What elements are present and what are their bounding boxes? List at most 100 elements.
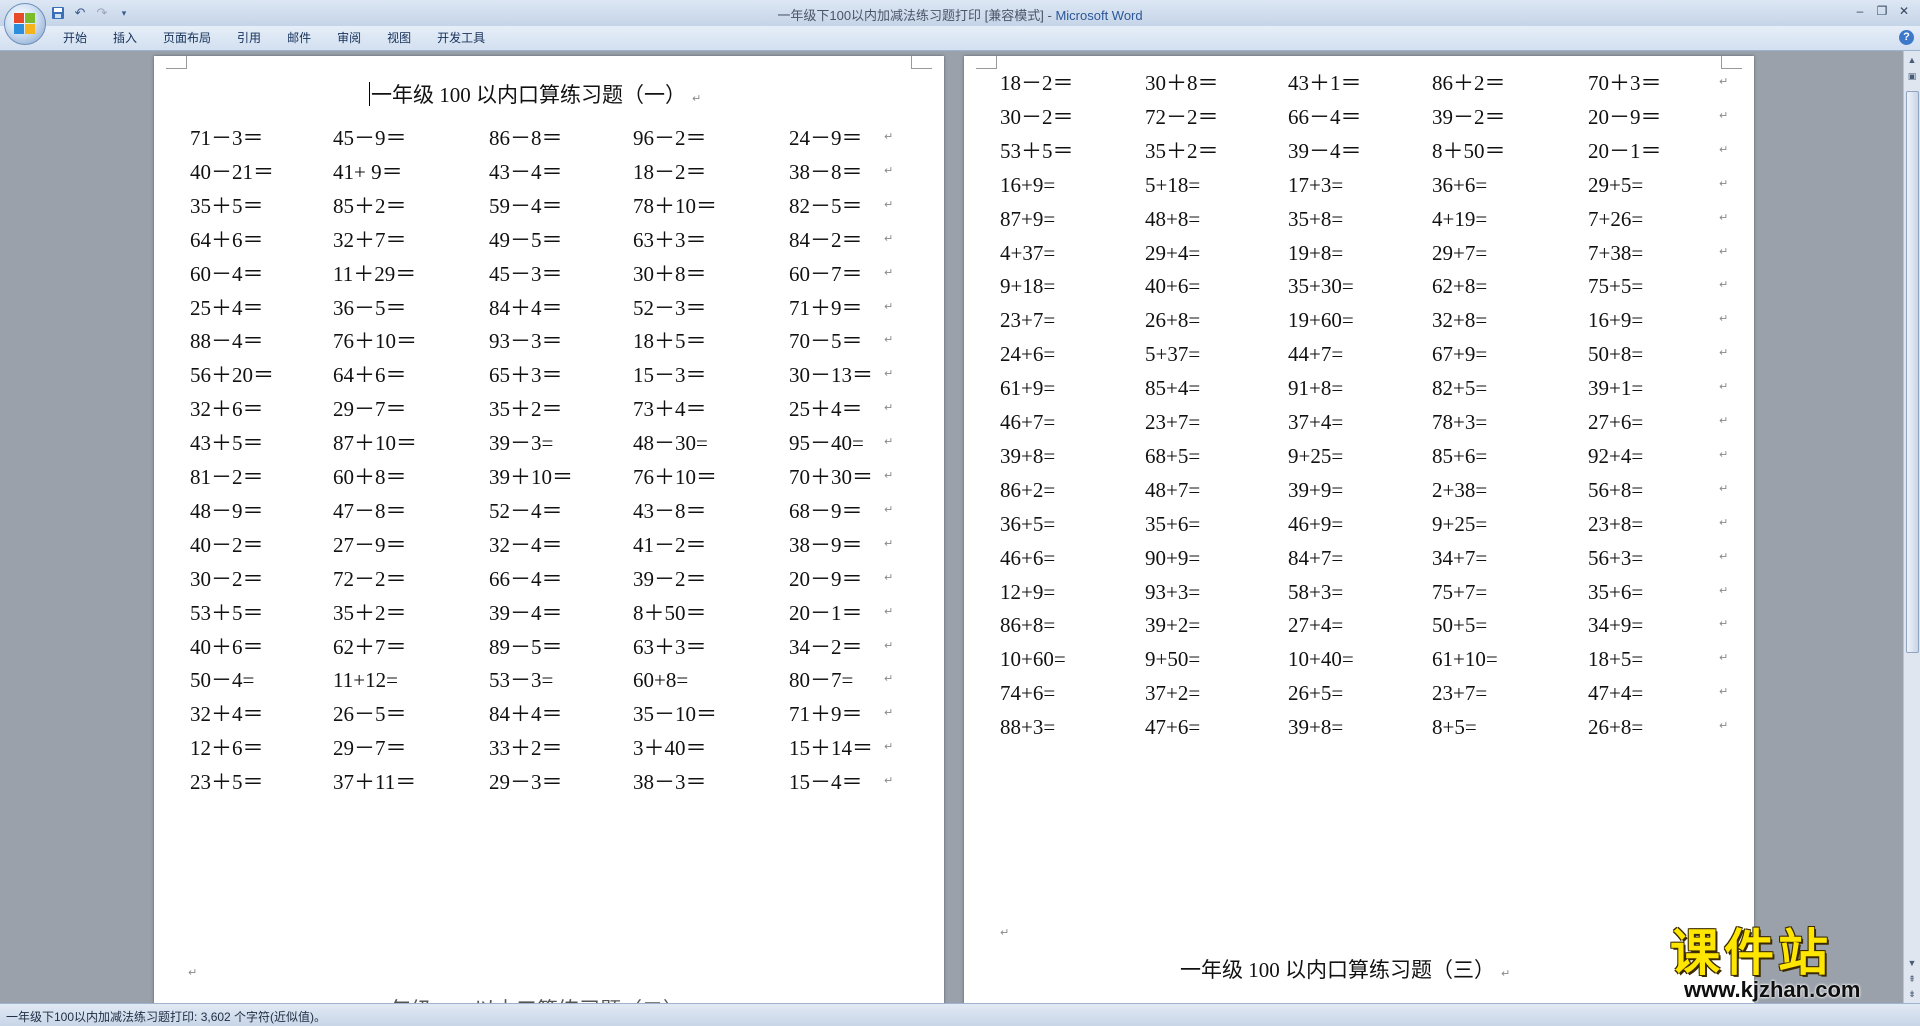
exercise-item: 30＋8＝ [1145, 71, 1219, 95]
exercise-item: 88－4＝ [190, 329, 264, 354]
ribbon: 开始 插入 页面布局 引用 邮件 审阅 视图 开发工具 ? [0, 26, 1920, 51]
vertical-scrollbar[interactable]: ▲ ▣ ▼ ⇞ ⇟ [1903, 51, 1920, 1003]
tab-references[interactable]: 引用 [224, 29, 274, 47]
document-page-1[interactable]: 一年级 100 以内口算练习题（一） ↵ 71－3＝ 45－9＝ 86－8＝ 96－2＝… [154, 56, 944, 1003]
help-icon[interactable]: ? [1899, 30, 1914, 45]
exercise-item: 49－5＝ [489, 227, 563, 252]
tab-developer[interactable]: 开发工具 [424, 29, 498, 47]
exercise-item: 18+5= [1588, 647, 1644, 672]
exercise-item: 32－4＝ [489, 532, 563, 557]
exercise-item: 46+7= [1000, 410, 1056, 434]
exercise-item: 46+6= [1000, 545, 1056, 570]
exercise-item: 18－2＝ [633, 159, 707, 184]
exercise-item: 65＋3＝ [489, 363, 563, 388]
office-button[interactable] [4, 3, 46, 45]
exercise-item: 64＋6＝ [190, 227, 264, 252]
exercise-item: 84+7= [1288, 545, 1344, 570]
paragraph-mark: ↵ [188, 966, 198, 979]
exercise-item: 23+7= [1432, 681, 1488, 706]
document-page-2[interactable]: 18－2＝ 30＋8＝ 43＋1＝ 86＋2＝ 70＋3＝ ↵ 30－2＝ 72－2＝ 66－4… [964, 56, 1754, 1003]
tab-view[interactable]: 视图 [374, 29, 424, 47]
paragraph-mark: ↵ [692, 92, 702, 105]
exercise-item: 29－3＝ [489, 770, 563, 795]
tab-mailings[interactable]: 邮件 [274, 29, 324, 47]
exercise-item: 35+6= [1588, 579, 1644, 604]
tab-page-layout[interactable]: 页面布局 [150, 29, 224, 47]
exercise-item: 67+9= [1432, 342, 1488, 367]
scroll-thumb[interactable] [1906, 91, 1919, 653]
exercise-item: 53＋5＝ [190, 600, 264, 625]
document-name: 一年级下100以内加减法练习题打印 [兼容模式] - [777, 8, 1056, 23]
scroll-up-icon[interactable]: ▲ [1905, 53, 1919, 67]
exercise-item: 4+19= [1432, 206, 1488, 231]
paragraph-mark: ↵ [1000, 926, 1010, 939]
exercise-item: 75+5= [1588, 274, 1644, 299]
exercise-item: 34－2＝ [789, 634, 863, 659]
exercise-item: 48－9＝ [190, 498, 264, 523]
exercise-item: 41+ 9＝ [333, 159, 403, 184]
exercise-item: 87＋10＝ [333, 431, 417, 456]
close-button[interactable]: ✕ [1894, 2, 1914, 20]
exercise-item: 59－4＝ [489, 193, 563, 218]
exercise-item: 58+3= [1288, 579, 1344, 604]
exercise-item: 48+7= [1145, 477, 1201, 502]
exercise-item: 62+8= [1432, 274, 1488, 299]
exercise-item: 29－7＝ [333, 397, 407, 422]
exercise-item: 34+7= [1432, 545, 1488, 570]
exercise-item: 76＋10＝ [633, 465, 717, 489]
exercise-item: 7+26= [1588, 206, 1644, 231]
exercise-item: 63＋3＝ [633, 227, 707, 252]
paragraph-mark: ↵ [884, 570, 894, 584]
exercise-item: 39－4＝ [489, 600, 563, 625]
window-title: 一年级下100以内加减法练习题打印 [兼容模式] - Microsoft Wor… [0, 5, 1920, 24]
exercise-item: 37+4= [1288, 410, 1344, 434]
exercise-item: 70＋30＝ [789, 465, 873, 489]
minimize-button[interactable]: ‒ [1850, 2, 1870, 20]
exercise-item: 53－3= [489, 668, 554, 693]
tab-home[interactable]: 开始 [50, 29, 100, 47]
exercise-item: 4+37= [1000, 240, 1056, 265]
paragraph-mark: ↵ [884, 367, 894, 381]
exercise-item: 93－3＝ [489, 329, 563, 354]
exercise-item: 15＋14＝ [789, 736, 873, 761]
status-text: 一年级下100以内加减法练习题打印: 3,602 个字符(近似值)。 [6, 1010, 327, 1024]
exercise-item: 62＋7＝ [333, 634, 407, 659]
paragraph-mark: ↵ [884, 774, 894, 788]
exercise-item: 35－10＝ [633, 702, 717, 727]
paragraph-mark: ↵ [1719, 414, 1729, 427]
document-workspace: 一年级 100 以内口算练习题（一） ↵ 71－3＝ 45－9＝ 86－8＝ 96－2＝… [0, 51, 1904, 1003]
exercise-item: 48+8= [1145, 206, 1201, 231]
exercise-item: 25＋4＝ [190, 295, 264, 320]
exercise-item: 43＋1＝ [1288, 71, 1362, 95]
paragraph-mark: ↵ [884, 740, 894, 754]
paragraph-mark: ↵ [1719, 176, 1729, 190]
tab-insert[interactable]: 插入 [100, 29, 150, 47]
exercise-item: 39－3= [489, 431, 554, 456]
exercise-item: 30－2＝ [190, 566, 264, 591]
paragraph-mark: ↵ [1719, 380, 1729, 394]
exercise-item: 9+18= [1000, 274, 1056, 299]
page-corner-mark [1721, 56, 1742, 69]
exercise-item: 71＋9＝ [789, 702, 863, 727]
exercise-item: 29+5= [1588, 172, 1644, 197]
exercise-item: 44+7= [1288, 342, 1344, 367]
exercise-item: 50－4= [190, 668, 255, 693]
paragraph-mark: ↵ [884, 401, 894, 415]
paragraph-mark: ↵ [1719, 481, 1729, 495]
ruler-toggle-icon[interactable]: ▣ [1905, 69, 1919, 83]
exercise-item: 70＋3＝ [1588, 71, 1662, 95]
exercise-item: 63＋3＝ [633, 634, 707, 659]
paragraph-mark: ↵ [884, 672, 894, 686]
exercise-item: 39＋10＝ [489, 465, 573, 489]
watermark-logo: 课件站 www.kjzhan.com [1670, 925, 1908, 1003]
exercise-item: 39+2= [1145, 613, 1201, 638]
title-bar: ↶ ↷ ▾ 一年级下100以内加减法练习题打印 [兼容模式] - Microso… [0, 0, 1920, 27]
restore-button[interactable]: ❐ [1872, 2, 1892, 20]
exercise-item: 56+3= [1588, 545, 1644, 570]
exercise-item: 16+9= [1588, 308, 1644, 333]
tab-review[interactable]: 审阅 [324, 29, 374, 47]
app-name: Microsoft Word [1055, 8, 1143, 23]
text-cursor [369, 82, 370, 106]
paragraph-mark: ↵ [1719, 75, 1729, 88]
exercise-item: 47+4= [1588, 681, 1644, 706]
